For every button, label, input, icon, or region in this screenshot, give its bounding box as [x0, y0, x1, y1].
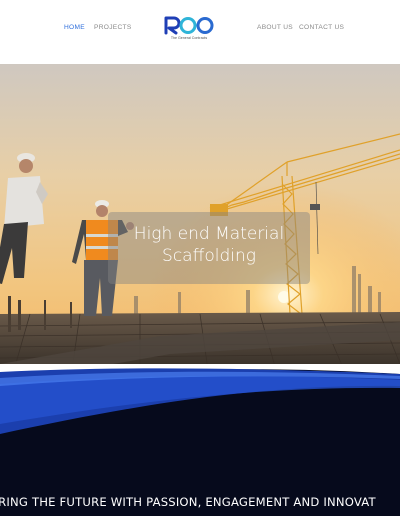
hero-title: High end Material Scaffolding: [108, 223, 310, 267]
hero-banner: High end Material Scaffolding: [0, 64, 400, 384]
dark-tagline-band: [0, 364, 400, 516]
logo-mark: [164, 16, 214, 35]
hero-title-line-1: High end Material: [133, 224, 285, 244]
wave-decoration: [0, 364, 400, 516]
site-logo[interactable]: The General Contracts: [163, 14, 215, 44]
footer-tagline: ARING THE FUTURE WITH PASSION, ENGAGEMEN…: [0, 495, 376, 509]
nav-contact-us[interactable]: CONTACT US: [299, 24, 344, 31]
hero-caption-box: High end Material Scaffolding: [108, 212, 310, 284]
logo-tagline: The General Contracts: [170, 36, 208, 40]
nav-projects[interactable]: PROJECTS: [94, 24, 132, 31]
nav-home[interactable]: HOME: [64, 24, 85, 31]
nav-about-us[interactable]: ABOUT US: [257, 24, 293, 31]
site-header: HOME PROJECTS The General Contracts ABOU…: [0, 0, 400, 64]
hero-title-line-2: Scaffolding: [162, 246, 256, 266]
